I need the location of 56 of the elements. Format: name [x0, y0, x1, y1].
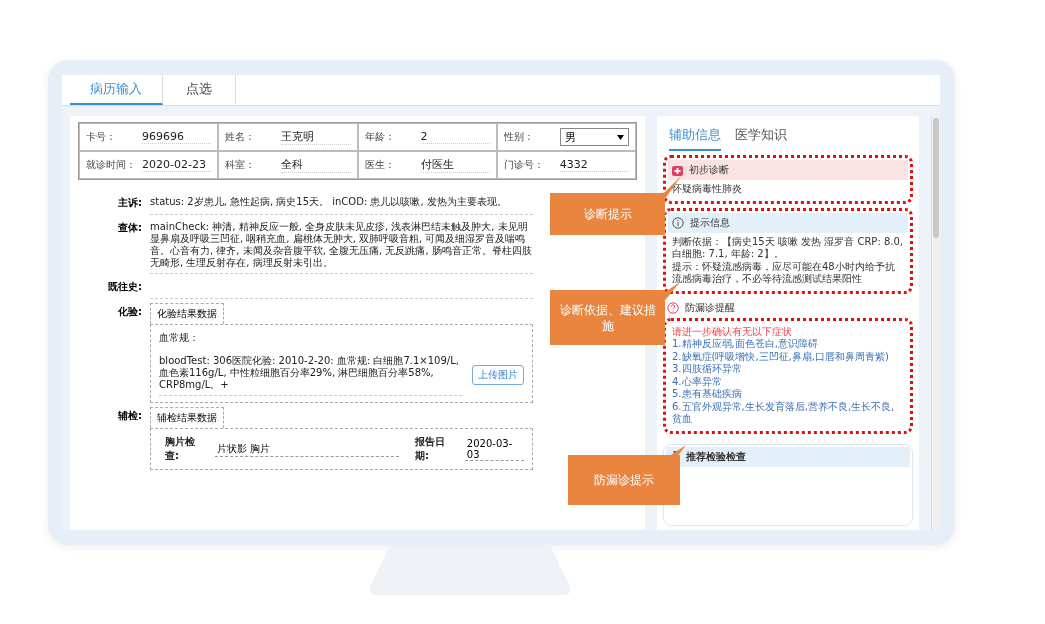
panel-title: 防漏诊提醒: [685, 300, 735, 315]
section-label: 辅检:: [117, 409, 142, 423]
panel-text: 3.四肢循环异常: [672, 363, 743, 376]
info-label: 性别：: [503, 130, 535, 144]
gender-select[interactable]: 男: [559, 128, 629, 146]
info-label: 门诊号：: [503, 158, 545, 172]
info-value[interactable]: 2020-02-23: [142, 158, 212, 172]
field-label: 胸片检查:: [165, 435, 196, 463]
info-icon: [672, 216, 684, 229]
info-label: 姓名：: [225, 130, 257, 144]
caret-icon: [617, 134, 624, 140]
panel-title: 提示信息: [690, 215, 730, 230]
panel-text: 1.精神反应弱,面色苍白,意识障碍: [672, 338, 819, 351]
panel-text: 5.患有基础疾病: [672, 388, 743, 401]
medical-kit-icon: [672, 164, 683, 176]
field-label: 报告日期:: [415, 435, 447, 463]
panel-text: 提示：怀疑流感病毒，应尽可能在48小时内给予抗流感病毒治疗，不必等待流感测试结果阳性: [672, 260, 896, 286]
panel-text: 4.心率异常: [672, 375, 723, 388]
section-label: 主诉:: [117, 196, 142, 210]
section-label: 化验:: [117, 305, 142, 319]
lab-text: bloodTest: 306医院化验: 2010-2-20: 血常规: 白细胞7.1×109/L, 血色素116g/L, 中性粒细胞百分率29%, 淋巴细胞百分率58%, CRP8mg/L。+: [159, 353, 462, 396]
callout-label: 诊断提示: [550, 193, 665, 235]
panel-text: 判断依据：【病史15天 咳嗽 发热 湿罗音 CRP: 8.0, 白细胞: 7.1, 年龄: 2】。: [672, 235, 904, 261]
info-value[interactable]: 2: [420, 130, 490, 144]
side-tab[interactable]: 医学知识: [735, 126, 787, 151]
info-value[interactable]: 969696: [142, 130, 212, 144]
section-text: mainCheck: 神清, 精神反应一般, 全身皮肤未见皮疹, 浅表淋巴结未触及肿大, 未见明显鼻扇及呼吸三凹征, 咽稍充血, 扁桃体无肿大, 双肺呼吸音粗, 可闻及细湿罗音及喘鸣音。心音有力, 律齐, 未闻及杂音腹平软, 全腹无压痛, 无反跳痛, 肠鸣音正常。脊柱四肢无畸形, 生理反射存在, 病理反射未引出。: [150, 219, 533, 274]
callout-label: 诊断依据、建议措施: [550, 290, 665, 345]
info-label: 医生：: [364, 158, 396, 172]
section-text: status: 2岁患儿, 急性起病, 病史15天。 inCOD: 患儿以咳嗽, 发热为主要表现。: [150, 194, 533, 215]
panel-text: 2.缺氧症(呼吸增快,三凹征,鼻扇,口唇和鼻周青紫): [672, 350, 890, 363]
tab[interactable]: 点选: [163, 75, 236, 105]
callout-label: 防漏诊提示: [568, 455, 680, 505]
side-tab[interactable]: 辅助信息: [669, 126, 721, 151]
info-label: 就诊时间：: [86, 158, 136, 172]
section-label: 既往史:: [107, 280, 142, 294]
upload-button[interactable]: 上传图片: [472, 364, 524, 385]
panel-title: 推荐检验检查: [686, 449, 746, 464]
panel-prompt: 请进一步确认有无以下症状: [672, 325, 793, 338]
info-value[interactable]: 王克明: [281, 129, 351, 145]
info-value[interactable]: 付医生: [420, 157, 490, 173]
group-tab[interactable]: 辅检结果数据: [150, 407, 224, 428]
info-label: 年龄：: [364, 130, 396, 144]
lab-subtitle: 血常规：: [159, 331, 200, 345]
date-field[interactable]: 2020-03-03: [464, 437, 524, 461]
section-label: 查体:: [117, 221, 142, 235]
info-label: 卡号：: [86, 130, 117, 144]
question-icon: [667, 301, 679, 314]
exam-field[interactable]: 片状影 胸片: [214, 441, 400, 457]
info-value[interactable]: 全科: [281, 157, 351, 173]
panel-title: 初步诊断: [689, 163, 729, 177]
info-value[interactable]: 4332: [559, 158, 629, 172]
info-label: 科室：: [225, 158, 257, 172]
group-tab[interactable]: 化验结果数据: [150, 303, 224, 324]
panel-text: 6.五官外观异常,生长发育落后,营养不良,生长不良,贫血: [672, 400, 896, 426]
scrollbar[interactable]: [931, 116, 940, 530]
